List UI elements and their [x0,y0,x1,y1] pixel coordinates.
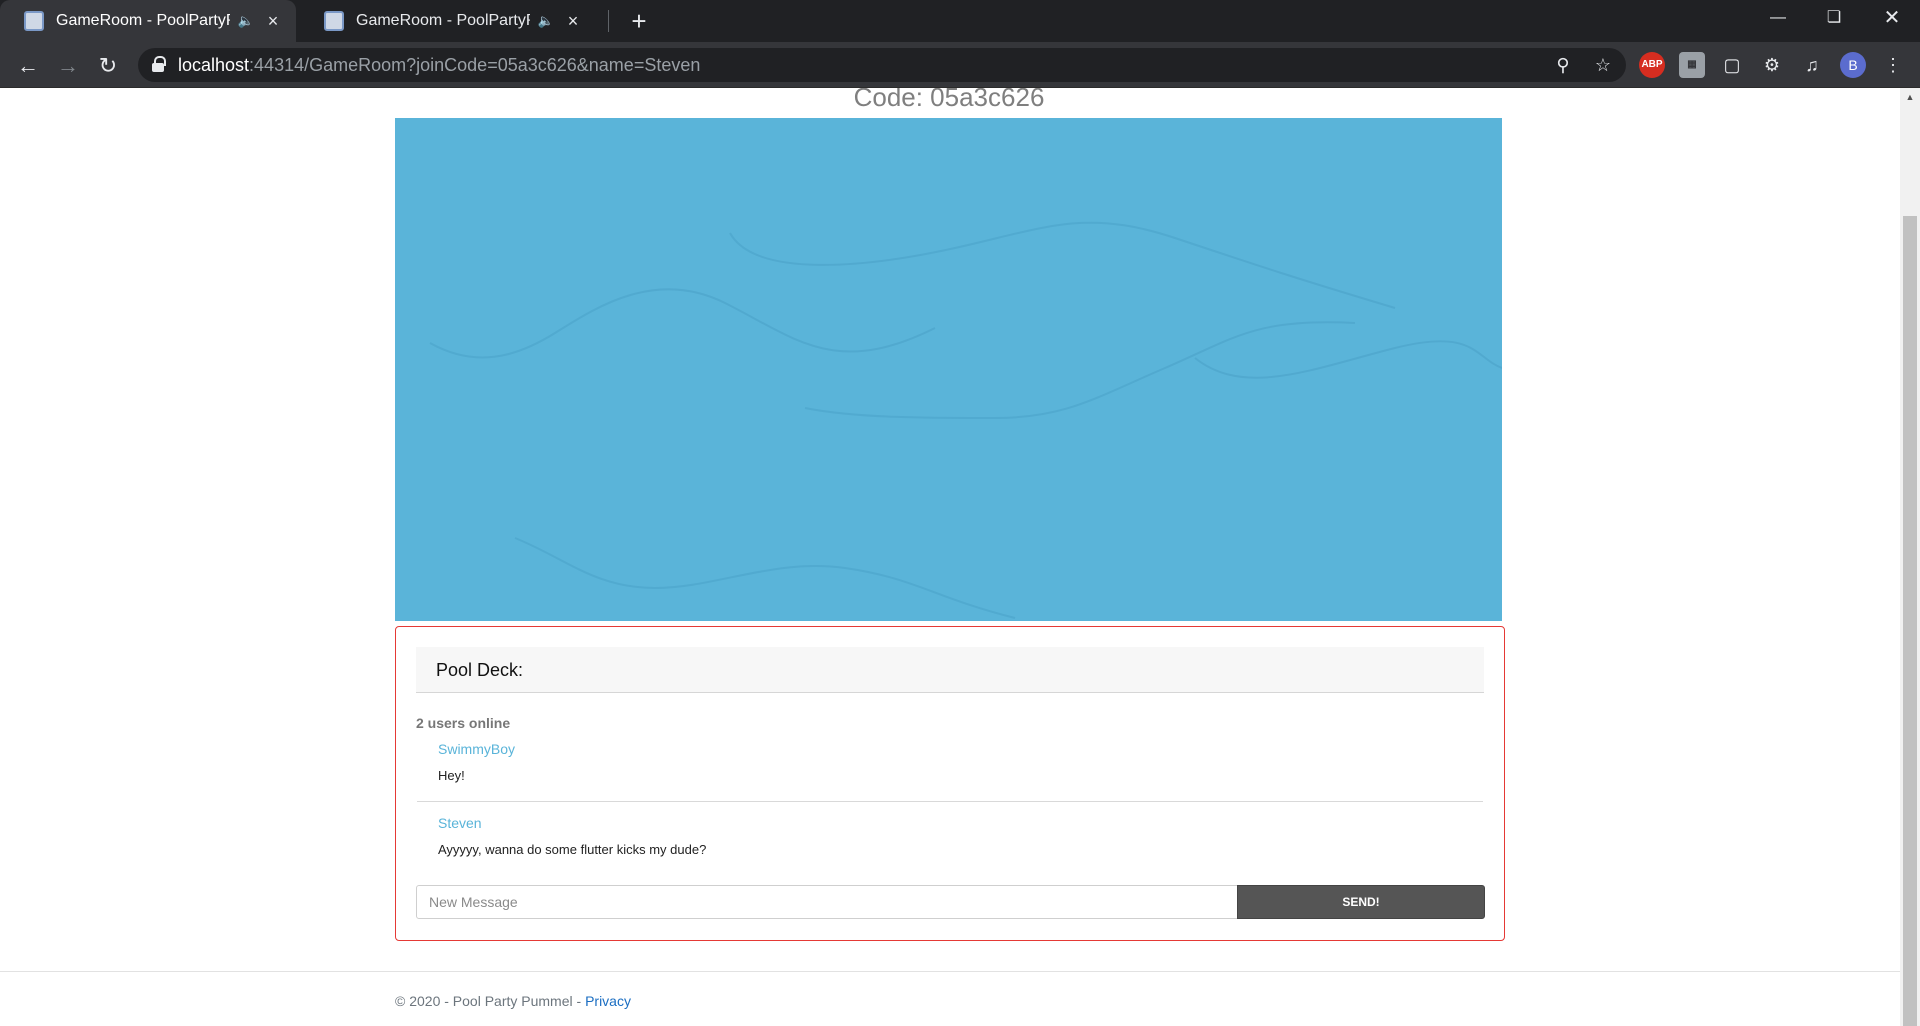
restore-icon[interactable]: ❏ [1806,0,1862,36]
close-icon[interactable]: × [562,10,584,32]
close-icon[interactable]: × [262,10,284,32]
browser-toolbar: ← → ↻ localhost:44314/GameRoom?joinCode=… [0,42,1920,88]
message-text: Ayyyyy, wanna do some flutter kicks my d… [438,842,707,857]
page-icon [24,11,44,31]
adblock-icon[interactable]: ABP [1639,52,1665,78]
star-icon[interactable]: ☆ [1586,48,1620,82]
join-code-title: Code: 05a3c626 [853,88,1045,112]
deck-header: Pool Deck: [416,647,1484,693]
folder-icon[interactable]: ▢ [1719,52,1745,78]
forward-arrow-icon[interactable]: → [52,50,84,82]
message-sender: SwimmyBoy [438,741,516,757]
message-sender: Steven [438,815,482,831]
new-message-input[interactable] [416,885,1238,919]
media-control-icon[interactable]: ♫ [1799,52,1825,78]
address-url[interactable]: localhost:44314/GameRoom?joinCode=05a3c6… [178,48,700,82]
speaker-icon[interactable]: 🔈 [236,13,256,29]
send-button[interactable]: SEND! [1237,885,1485,919]
message-divider [417,801,1483,802]
menu-icon[interactable]: ⋮ [1880,52,1906,78]
footer-divider [0,971,1900,972]
address-bar[interactable]: localhost:44314/GameRoom?joinCode=05a3c6… [138,48,1626,82]
puzzle-icon[interactable]: ⚙ [1759,52,1785,78]
reload-icon[interactable]: ↻ [92,50,124,82]
speaker-icon[interactable]: 🔈 [536,13,556,29]
browser-tab-1[interactable]: GameRoom - PoolPartyPummel 🔈 × [0,0,296,42]
page-scrollbar[interactable]: ▲ [1900,88,1920,1026]
new-tab-button[interactable]: + [624,6,654,36]
pool-deck-panel: Pool Deck: 2 users online SwimmyBoy Hey!… [395,626,1505,941]
tab-separator [608,10,609,32]
pool-canvas[interactable] [395,118,1502,621]
message-text: Hey! [438,768,465,783]
privacy-link[interactable]: Privacy [585,993,631,1009]
page-viewport: Code: 05a3c626 Pool Deck: 2 users online… [0,88,1900,1026]
scroll-thumb[interactable] [1903,216,1917,1026]
tab-title: GameRoom - PoolPartyPummel [356,12,530,29]
deck-title: Pool Deck: [436,660,524,680]
zoom-icon[interactable]: ⚲ [1546,48,1580,82]
window-close-icon[interactable]: ✕ [1864,0,1920,36]
tab-title: GameRoom - PoolPartyPummel [56,12,230,29]
tab-strip: GameRoom - PoolPartyPummel 🔈 × GameRoom … [0,0,1920,42]
scroll-up-arrow-icon[interactable]: ▲ [1900,92,1920,106]
lock-icon[interactable] [152,56,166,72]
copyright-text: © 2020 - Pool Party Pummel - [395,993,586,1009]
minimize-icon[interactable]: — [1750,0,1806,36]
footer: © 2020 - Pool Party Pummel - Privacy [395,993,631,1009]
profile-avatar[interactable]: B [1840,52,1866,78]
users-online-count: 2 users online [416,715,511,731]
page-icon [324,11,344,31]
water-ripples [429,221,1502,619]
browser-tab-2[interactable]: GameRoom - PoolPartyPummel 🔈 × [300,0,596,42]
back-arrow-icon[interactable]: ← [12,50,44,82]
extension-icon[interactable]: ▦ [1679,52,1705,78]
